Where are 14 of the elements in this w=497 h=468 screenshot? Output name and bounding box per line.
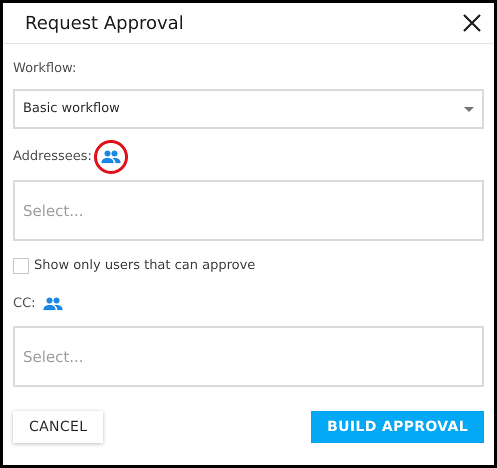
checkbox[interactable] (13, 258, 29, 274)
select-field[interactable]: Select... (13, 180, 484, 241)
people-icon[interactable] (100, 150, 122, 164)
cancel-button[interactable]: CANCEL (13, 411, 104, 443)
people-icon[interactable] (42, 297, 64, 311)
select-field[interactable]: Select... (13, 326, 484, 387)
checkbox-label: Show only users that can approve (34, 257, 256, 276)
dropdown-caret-icon (464, 106, 474, 112)
workflow-dropdown[interactable]: Basic workflow (13, 89, 484, 129)
dialog-title: Request Approval (25, 12, 184, 36)
field-label: Workflow: (13, 60, 78, 77)
field-label: Addressees: (13, 148, 92, 166)
field-label: CC: (13, 295, 36, 314)
close-icon[interactable] (462, 13, 482, 33)
